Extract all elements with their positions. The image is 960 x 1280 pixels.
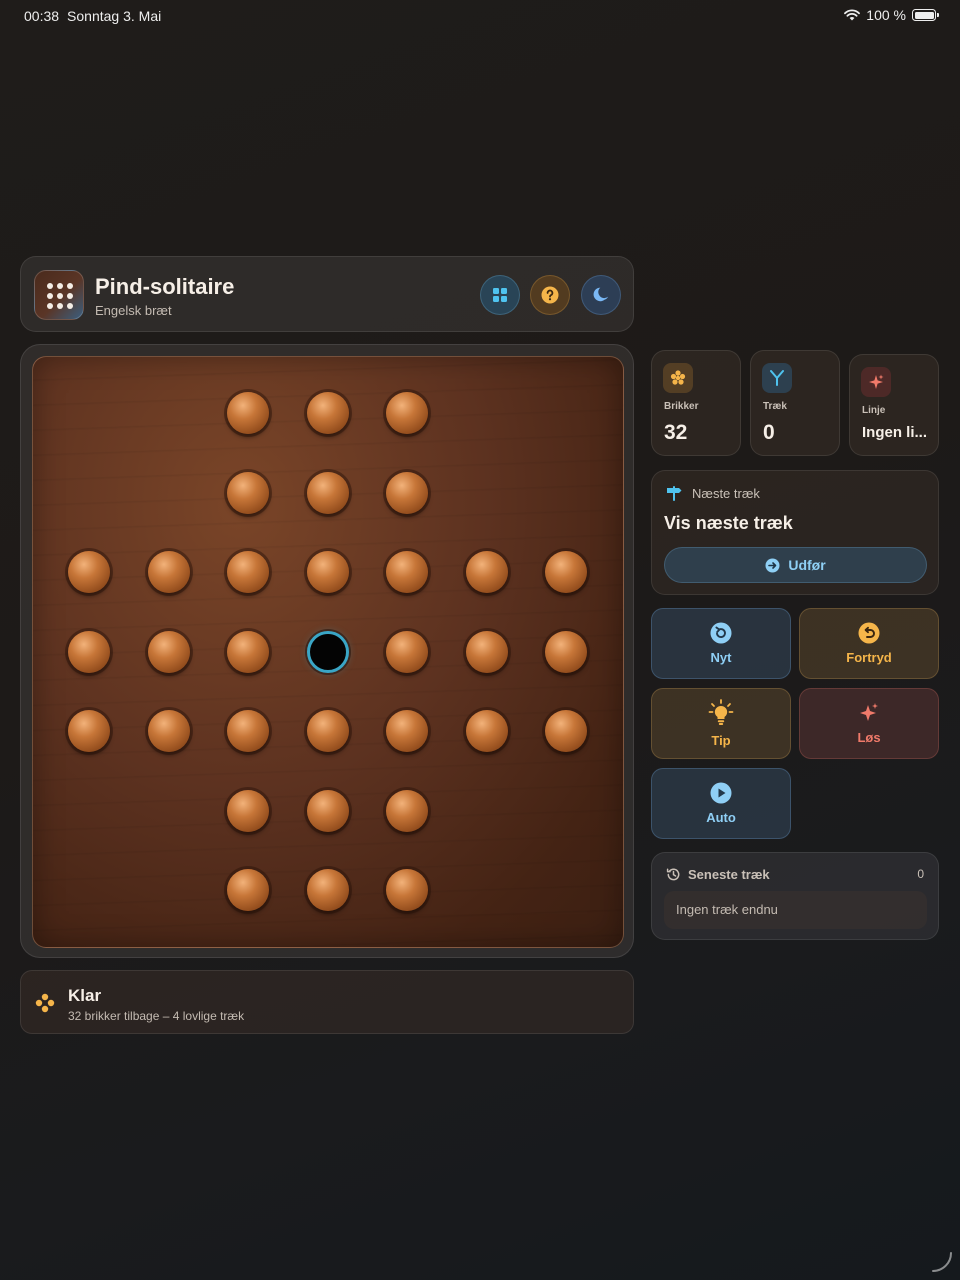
sparkles-icon [860, 703, 878, 721]
auto-play-label: Auto [706, 810, 736, 825]
peg[interactable] [227, 392, 269, 434]
status-date: Sonntag 3. Mai [67, 8, 162, 24]
game-status-card: Klar 32 brikker tilbage – 4 lovlige træk [20, 970, 634, 1034]
peg[interactable] [68, 551, 110, 593]
status-bar: 00:38 Sonntag 3. Mai 100 % [0, 0, 960, 30]
tip-label: Tip [711, 733, 731, 748]
undo-label: Fortryd [846, 650, 892, 665]
restart-icon [710, 622, 732, 644]
undo-button[interactable]: Fortryd [799, 608, 939, 679]
play-icon [710, 782, 732, 804]
execute-move-button[interactable]: Udfør [664, 547, 927, 583]
execute-move-label: Udfør [788, 557, 826, 573]
status-time-date: 00:38 Sonntag 3. Mai [24, 8, 161, 24]
peg[interactable] [465, 630, 508, 673]
peg[interactable] [306, 392, 349, 434]
empty-hole[interactable] [306, 630, 349, 673]
peg[interactable] [147, 551, 190, 593]
help-button[interactable] [530, 275, 570, 315]
new-game-label: Nyt [710, 650, 732, 665]
status-title: Klar [68, 986, 102, 1005]
page-title: Pind-solitaire [95, 274, 235, 299]
peg-board [32, 356, 624, 948]
stat-moves-label: Træk [763, 401, 787, 412]
arrow-circle-icon [765, 558, 780, 572]
next-move-card: Næste træk Vis næste træk Udfør [651, 470, 939, 595]
peg[interactable] [227, 869, 269, 911]
status-time: 00:38 [24, 8, 60, 24]
peg[interactable] [227, 551, 269, 593]
peg[interactable] [386, 630, 428, 673]
branch-icon [762, 363, 792, 393]
status-detail: 32 brikker tilbage – 4 lovlige træk [68, 1009, 245, 1023]
peg[interactable] [227, 710, 269, 752]
peg[interactable] [147, 630, 190, 673]
peg[interactable] [227, 630, 269, 673]
board-frame [20, 344, 634, 958]
auto-play-button[interactable]: Auto [651, 768, 791, 839]
recent-moves-empty: Ingen træk endnu [676, 902, 778, 917]
tip-button[interactable]: Tip [651, 688, 791, 759]
peg[interactable] [545, 551, 587, 593]
stat-pegs: Brikker 32 [651, 350, 741, 456]
peg[interactable] [386, 471, 428, 514]
signpost-icon [667, 486, 682, 501]
stat-pegs-value: 32 [664, 421, 688, 444]
peg[interactable] [386, 710, 428, 752]
recent-moves-label: Seneste træk [688, 867, 770, 882]
solve-label: Løs [857, 730, 881, 745]
peg[interactable] [465, 551, 508, 593]
peg[interactable] [465, 710, 508, 752]
moon-icon [593, 287, 609, 302]
app-header: Pind-solitaire Engelsk bræt [20, 256, 634, 332]
app-logo-icon [34, 270, 84, 320]
peg[interactable] [386, 551, 428, 593]
new-game-button[interactable]: Nyt [651, 608, 791, 679]
peg[interactable] [545, 630, 587, 673]
peg[interactable] [68, 630, 110, 673]
stat-line-value: Ingen li... [862, 424, 928, 441]
peg[interactable] [545, 710, 587, 752]
lightbulb-icon [708, 699, 734, 725]
stat-moves: Træk 0 [750, 350, 840, 456]
resize-handle-icon [932, 1252, 952, 1272]
peg[interactable] [306, 471, 349, 514]
pegs-icon [663, 363, 693, 393]
question-icon [541, 286, 559, 304]
peg[interactable] [386, 789, 428, 832]
pegs-cluster-icon [35, 993, 55, 1013]
battery-icon [912, 9, 939, 21]
recent-moves-card: Seneste træk 0 Ingen træk endnu [651, 852, 939, 940]
theme-toggle-button[interactable] [581, 275, 621, 315]
grid-icon [493, 288, 507, 302]
battery-percent: 100 % [866, 7, 906, 23]
peg[interactable] [306, 551, 349, 593]
peg[interactable] [227, 471, 269, 514]
stat-line: Linje Ingen li... [849, 354, 939, 456]
next-move-title: Vis næste træk [664, 513, 793, 533]
stat-moves-value: 0 [763, 421, 775, 444]
board-variant-subtitle: Engelsk bræt [95, 303, 172, 318]
peg[interactable] [306, 789, 349, 832]
peg[interactable] [306, 869, 349, 911]
recent-moves-list: Ingen træk endnu [664, 891, 927, 929]
undo-icon [858, 622, 880, 644]
peg[interactable] [306, 710, 349, 752]
peg[interactable] [386, 869, 428, 911]
board-select-button[interactable] [480, 275, 520, 315]
history-icon [666, 868, 680, 881]
solve-button[interactable]: Løs [799, 688, 939, 759]
stat-pegs-label: Brikker [664, 401, 699, 412]
peg[interactable] [147, 710, 190, 752]
status-indicators: 100 % [844, 7, 939, 23]
peg[interactable] [68, 710, 110, 752]
sparkle-icon [861, 367, 891, 397]
next-move-label: Næste træk [692, 486, 760, 501]
peg[interactable] [227, 789, 269, 832]
peg[interactable] [386, 392, 428, 434]
stat-line-label: Linje [862, 405, 886, 416]
recent-moves-count: 0 [917, 867, 924, 881]
wifi-icon [844, 9, 861, 21]
